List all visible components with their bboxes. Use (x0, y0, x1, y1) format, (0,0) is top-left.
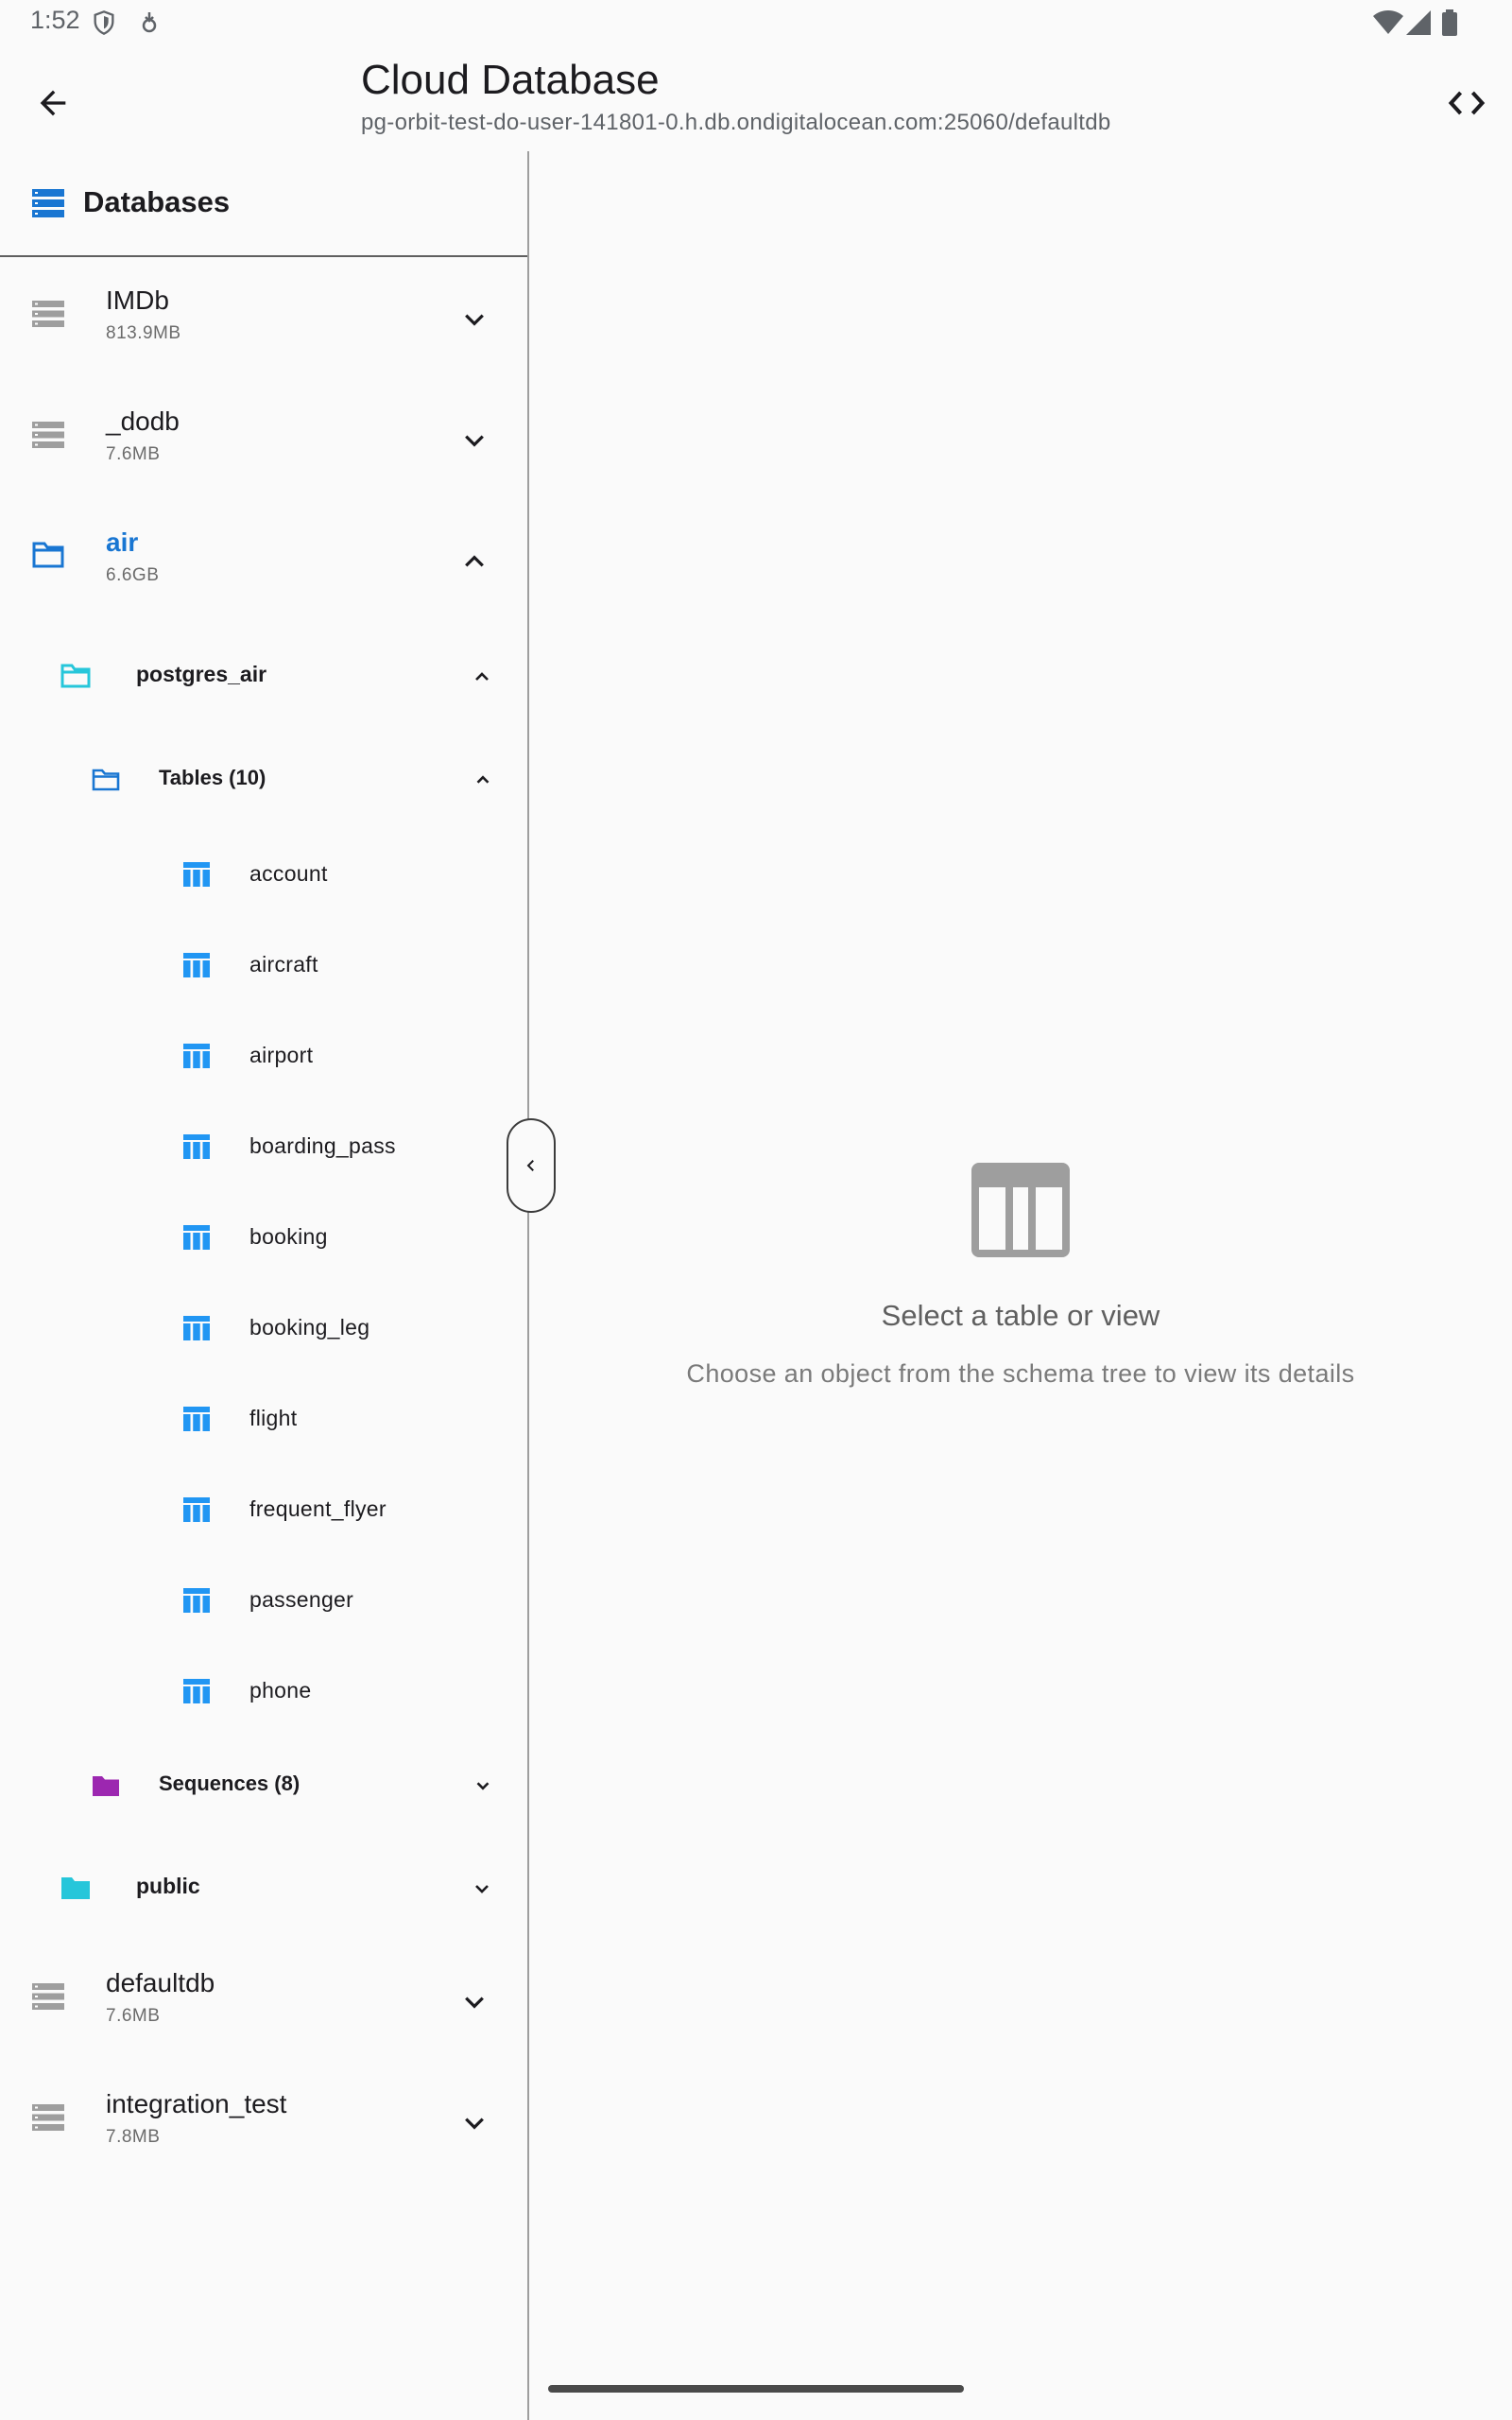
table-item[interactable]: phone (0, 1647, 527, 1737)
table-icon (183, 953, 210, 982)
page-title: Cloud Database (361, 57, 660, 103)
code-brackets-icon (1448, 91, 1486, 115)
database-icon (32, 1983, 64, 2014)
table-icon (183, 1679, 210, 1708)
folder-open-icon (92, 769, 120, 796)
group-label: Sequences (8) (159, 1772, 301, 1795)
database-name: defaultdb (106, 1968, 215, 1997)
table-name: aircraft (249, 952, 318, 977)
database-list-icon (32, 189, 64, 222)
sidebar-title: Databases (83, 185, 231, 218)
chevron-down-icon[interactable] (469, 1772, 497, 1800)
table-name: frequent_flyer (249, 1496, 387, 1521)
database-icon (32, 422, 64, 453)
status-time: 1:52 (30, 6, 80, 34)
database-name: IMDb (106, 285, 169, 315)
table-item[interactable]: booking (0, 1193, 527, 1284)
table-name: boarding_pass (249, 1133, 396, 1158)
folder-icon (60, 1876, 91, 1905)
database-item-imdb[interactable]: IMDb 813.9MB (0, 257, 527, 378)
cellular-icon (1406, 9, 1431, 41)
table-item[interactable]: airport (0, 1011, 527, 1102)
table-name: airport (249, 1043, 314, 1067)
data-saver-icon (138, 9, 161, 41)
table-icon (183, 1588, 210, 1617)
schema-name: postgres_air (136, 662, 267, 686)
chevron-up-icon[interactable] (455, 543, 493, 580)
empty-state: Select a table or view Choose an object … (529, 1163, 1512, 1389)
table-name: booking (249, 1224, 328, 1249)
group-item-tables[interactable]: Tables (10) (0, 728, 527, 830)
app-bar: Cloud Database pg-orbit-test-do-user-141… (0, 45, 1512, 151)
group-label: Tables (10) (159, 766, 266, 789)
database-icon (32, 301, 64, 332)
table-icon (971, 1163, 1070, 1257)
schema-item-postgres-air[interactable]: postgres_air (0, 624, 527, 728)
sidebar-header: Databases (0, 151, 527, 257)
schema-name: public (136, 1874, 200, 1898)
folder-open-icon (32, 541, 64, 574)
table-icon (183, 1407, 210, 1436)
table-icon (183, 1225, 210, 1254)
database-size: 7.6MB (106, 2006, 161, 2026)
database-item-integration-test[interactable]: integration_test 7.8MB (0, 2061, 527, 2182)
schema-item-public[interactable]: public (0, 1836, 527, 1940)
table-name: booking_leg (249, 1315, 370, 1340)
database-size: 7.6MB (106, 444, 161, 464)
table-icon (183, 862, 210, 891)
folder-open-icon (60, 664, 91, 693)
chevron-down-icon[interactable] (455, 1983, 493, 2021)
table-item[interactable]: aircraft (0, 921, 527, 1011)
database-size: 7.8MB (106, 2127, 161, 2147)
chevron-down-icon[interactable] (455, 301, 493, 338)
table-icon (183, 1044, 210, 1073)
chevron-up-icon[interactable] (469, 766, 497, 794)
connection-string: pg-orbit-test-do-user-141801-0.h.db.ondi… (361, 110, 1111, 135)
folder-icon (92, 1774, 120, 1802)
database-icon (32, 2104, 64, 2135)
wifi-icon (1372, 9, 1404, 41)
table-icon (183, 1497, 210, 1527)
table-item[interactable]: account (0, 830, 527, 921)
database-name: _dodb (106, 406, 180, 436)
home-indicator[interactable] (548, 2385, 964, 2393)
database-item-air[interactable]: air 6.6GB (0, 499, 527, 620)
table-icon (183, 1134, 210, 1164)
empty-state-subtitle: Choose an object from the schema tree to… (686, 1359, 1355, 1388)
database-item-defaultdb[interactable]: defaultdb 7.6MB (0, 1940, 527, 2061)
arrow-back-icon (40, 90, 66, 116)
table-name: passenger (249, 1587, 354, 1612)
schema-tree-sidebar: Databases IMDb 813.9MB _dodb 7.6MB air 6… (0, 151, 527, 2420)
table-name: account (249, 861, 328, 886)
table-icon (183, 1316, 210, 1345)
empty-state-title: Select a table or view (881, 1299, 1160, 1332)
chevron-down-icon[interactable] (455, 422, 493, 459)
table-item[interactable]: booking_leg (0, 1284, 527, 1374)
table-name: phone (249, 1678, 312, 1703)
table-name: flight (249, 1406, 298, 1430)
database-name: air (106, 527, 139, 557)
database-size: 813.9MB (106, 323, 181, 343)
code-view-button[interactable] (1442, 78, 1491, 128)
database-item-dodb[interactable]: _dodb 7.6MB (0, 378, 527, 499)
table-item[interactable]: boarding_pass (0, 1102, 527, 1193)
database-name: integration_test (106, 2089, 287, 2118)
status-bar: 1:52 (0, 0, 1512, 45)
chevron-down-icon[interactable] (467, 1874, 497, 1904)
back-button[interactable] (28, 78, 77, 128)
chevron-down-icon[interactable] (455, 2104, 493, 2142)
table-item[interactable]: frequent_flyer (0, 1465, 527, 1556)
chevron-up-icon[interactable] (467, 662, 497, 692)
table-item[interactable]: passenger (0, 1556, 527, 1647)
database-size: 6.6GB (106, 565, 160, 585)
battery-icon (1442, 9, 1457, 41)
table-item[interactable]: flight (0, 1374, 527, 1465)
shield-icon (91, 9, 117, 41)
group-item-sequences[interactable]: Sequences (8) (0, 1734, 527, 1836)
